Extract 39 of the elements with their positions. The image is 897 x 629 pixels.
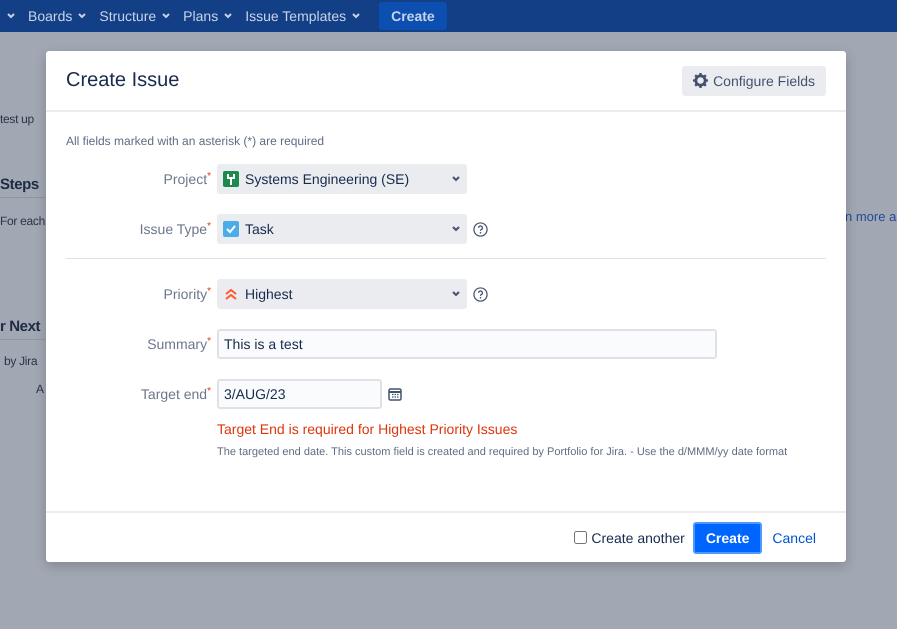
- calendar-icon[interactable]: [388, 387, 402, 401]
- create-button[interactable]: Create: [379, 2, 447, 30]
- nav-menu-item[interactable]: Boards: [28, 8, 90, 24]
- summary-field[interactable]: This is a test: [217, 329, 717, 359]
- field-description: The targeted end date. This custom field is created and required by Portfolio for Jira. - Use the d/MMM/yy date format: [217, 445, 788, 460]
- chevron-down-icon: [451, 225, 461, 233]
- settings-icon: [693, 73, 708, 88]
- cancel-link[interactable]: Cancel: [772, 530, 816, 546]
- field-label: Summary*: [146, 336, 211, 352]
- select-field[interactable]: Highest: [217, 279, 467, 309]
- help-icon[interactable]: [473, 286, 488, 302]
- page-text: by Jira: [3, 354, 38, 368]
- double-chevron-up-icon: [223, 286, 239, 302]
- checkbox-icon: [223, 221, 239, 237]
- date-field[interactable]: 3/AUG/23: [217, 379, 382, 409]
- page-text: A: [35, 382, 45, 396]
- nav-menu-item[interactable]: Structure: [99, 8, 174, 24]
- field-label: Priority*: [162, 286, 211, 302]
- field-label: Target end*: [140, 386, 211, 402]
- nav-menu-item[interactable]: Issue Templates: [245, 8, 364, 24]
- select-field[interactable]: Systems Engineering (SE): [217, 164, 467, 194]
- page-link[interactable]: n more a: [845, 209, 897, 396]
- dialog-title: Create Issue: [66, 69, 180, 92]
- configure-fields-button[interactable]: Configure Fields: [682, 66, 826, 96]
- help-icon[interactable]: [473, 222, 488, 236]
- create-another-checkbox[interactable]: [574, 531, 588, 544]
- checkbox-label: Create another: [591, 530, 685, 546]
- select-field[interactable]: Task: [217, 214, 467, 244]
- field-label: Issue Type*: [138, 221, 211, 237]
- page-text: test up: [0, 112, 35, 126]
- wrench-icon: [223, 171, 239, 187]
- chevron-down-icon: [451, 175, 461, 183]
- page-text: For each: [0, 214, 46, 228]
- required-note: All fields marked with an asterisk (*) are required: [66, 134, 326, 148]
- create-button[interactable]: Create: [692, 522, 762, 554]
- field-label: Project*: [162, 171, 211, 187]
- nav-menu-item[interactable]: Plans: [183, 8, 236, 24]
- error-message: Target End is required for Highest Priority Issues: [217, 421, 518, 437]
- chevron-down-icon: [451, 290, 461, 298]
